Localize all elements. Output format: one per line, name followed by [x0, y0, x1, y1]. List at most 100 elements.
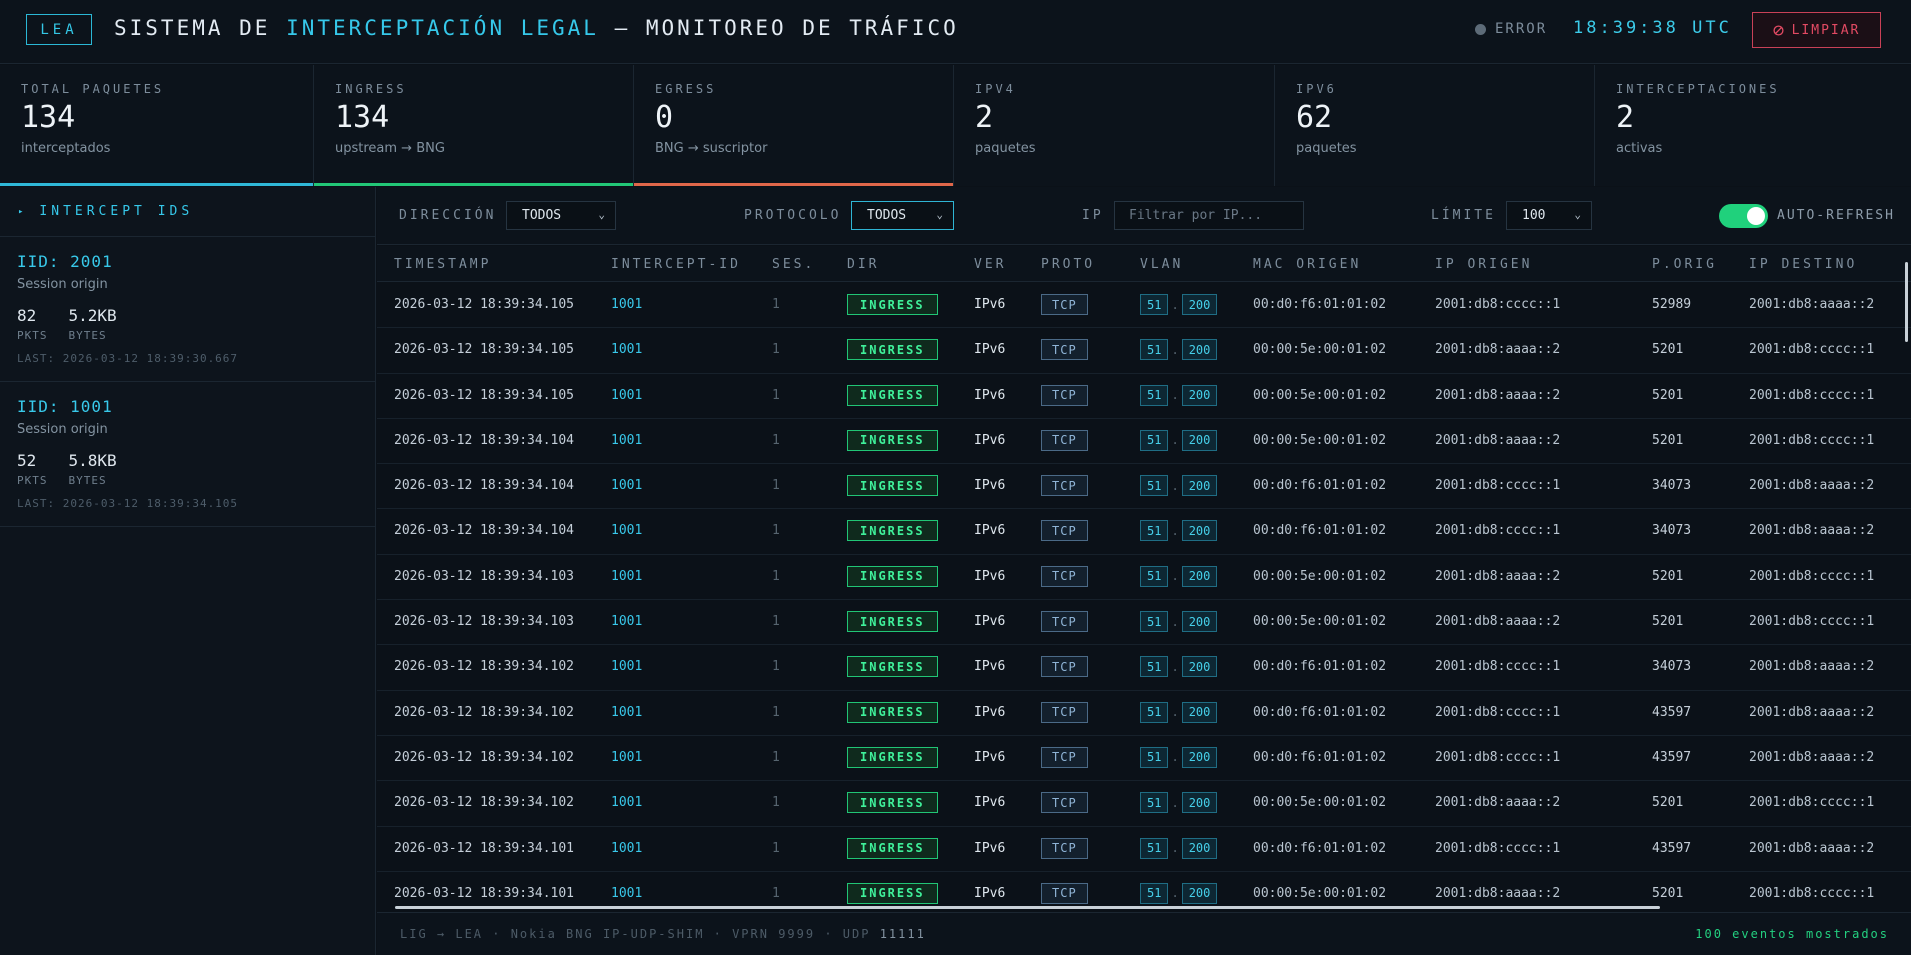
packet-table: TIMESTAMP INTERCEPT-ID SES. DIR VER PROT… — [377, 246, 1911, 910]
table-row[interactable]: 2026-03-12 18:39:34.103 1001 1 INGRESS IPv6 T… — [377, 555, 1911, 601]
cell-intercept-id[interactable]: 1001 — [611, 659, 642, 674]
table-row[interactable]: 2026-03-12 18:39:34.105 1001 1 INGRESS IPv6 T… — [377, 374, 1911, 419]
cell-intercept-id[interactable]: 1001 — [611, 705, 642, 720]
vlan-tags: 51. 200 — [1140, 339, 1218, 361]
cell-port-origin: 5201 — [1652, 885, 1684, 901]
table-row[interactable]: 2026-03-12 18:39:34.102 1001 1 INGRESS IPv6 T… — [377, 691, 1911, 736]
direction-select[interactable]: TODOS ⌄ — [506, 201, 616, 230]
intercept-counters: 52 PKTS 5.8KB BYTES — [17, 451, 375, 487]
table-row[interactable]: 2026-03-12 18:39:34.105 1001 1 INGRESS IPv6 T… — [377, 283, 1911, 329]
cell-ip-version: IPv6 — [974, 749, 1006, 765]
cell-session: 1 — [772, 568, 780, 584]
cell-ip-destination: 2001:db8:cccc::1 — [1749, 342, 1875, 358]
cell-timestamp: 2026-03-12 18:39:34.104 — [394, 523, 575, 539]
vlan-tags: 51. 200 — [1140, 656, 1218, 678]
pipeline-text: LIG → LEA · Nokia BNG IP-UDP-SHIM · VPRN… — [400, 927, 880, 941]
cell-port-origin: 5201 — [1652, 432, 1684, 448]
table-row[interactable]: 2026-03-12 18:39:34.104 1001 1 INGRESS IPv6 T… — [377, 419, 1911, 465]
ban-icon — [1773, 24, 1784, 36]
intercept-card-2001[interactable]: IID: 2001 Session origin 82 PKTS 5.2KB B… — [0, 237, 375, 382]
cell-intercept-id[interactable]: 1001 — [611, 841, 642, 856]
direction-badge: INGRESS — [847, 384, 938, 406]
limit-select[interactable]: 100 ⌄ — [1506, 201, 1592, 230]
vlan-outer-tag: 51 — [1140, 339, 1169, 361]
table-row[interactable]: 2026-03-12 18:39:34.101 1001 1 INGRESS IPv6 T… — [377, 827, 1911, 872]
table-row[interactable]: 2026-03-12 18:39:34.104 1001 1 INGRESS IPv6 T… — [377, 464, 1911, 510]
limit-label: LÍMITE — [1431, 208, 1496, 223]
cell-mac-origin: 00:00:5e:00:01:02 — [1253, 432, 1387, 448]
caret-right-icon: ▸ — [18, 206, 28, 217]
intercept-card-1001[interactable]: IID: 1001 Session origin 52 PKTS 5.8KB B… — [0, 382, 375, 527]
table-row[interactable]: 2026-03-12 18:39:34.103 1001 1 INGRESS IPv6 T… — [377, 600, 1911, 646]
cell-intercept-id[interactable]: 1001 — [611, 433, 642, 448]
table-row[interactable]: 2026-03-12 18:39:34.101 1001 1 INGRESS IPv6 T… — [377, 872, 1911, 910]
col-intercept-id[interactable]: INTERCEPT-ID — [611, 257, 741, 272]
stat-label: EGRESS — [655, 82, 717, 96]
toggle-knob — [1747, 207, 1765, 225]
table-row[interactable]: 2026-03-12 18:39:34.102 1001 1 INGRESS IPv6 T… — [377, 781, 1911, 827]
clear-button[interactable]: LIMPIAR — [1752, 12, 1881, 48]
cell-mac-origin: 00:00:5e:00:01:02 — [1253, 885, 1387, 901]
ip-filter-input[interactable]: Filtrar por IP... — [1114, 201, 1304, 230]
cell-intercept-id[interactable]: 1001 — [611, 297, 642, 312]
stat-label: TOTAL PAQUETES — [21, 82, 165, 96]
col-vlan[interactable]: VLAN — [1140, 257, 1183, 272]
cell-intercept-id[interactable]: 1001 — [611, 614, 642, 629]
col-direction[interactable]: DIR — [847, 257, 879, 272]
col-mac-origin[interactable]: MAC ORIGEN — [1253, 257, 1361, 272]
table-row[interactable]: 2026-03-12 18:39:34.104 1001 1 INGRESS IPv6 T… — [377, 509, 1911, 555]
cell-intercept-id[interactable]: 1001 — [611, 886, 642, 901]
cell-intercept-id[interactable]: 1001 — [611, 342, 642, 357]
col-protocol[interactable]: PROTO — [1041, 257, 1095, 272]
stat-ingress: INGRESS 134 upstream → BNG — [314, 65, 634, 186]
col-ip-destination[interactable]: IP DESTINO — [1749, 257, 1857, 272]
vlan-tags: 51. 200 — [1140, 294, 1218, 315]
protocol-badge: TCP — [1041, 746, 1088, 768]
direction-badge: INGRESS — [847, 701, 938, 723]
vlan-tags: 51. 200 — [1140, 837, 1218, 859]
col-session[interactable]: SES. — [772, 257, 815, 272]
stat-ipv6: IPV6 62 paquetes — [1275, 65, 1595, 186]
protocol-select[interactable]: TODOS ⌄ — [851, 201, 954, 230]
cell-ip-version: IPv6 — [974, 568, 1006, 584]
sidebar-header[interactable]: ▸ INTERCEPT IDS — [0, 187, 375, 237]
table-row[interactable]: 2026-03-12 18:39:34.102 1001 1 INGRESS IPv6 T… — [377, 736, 1911, 782]
bytes-label: BYTES — [68, 474, 107, 487]
cell-intercept-id[interactable]: 1001 — [611, 478, 642, 493]
cell-port-origin: 34073 — [1652, 478, 1692, 494]
col-port-origin[interactable]: P.ORIG — [1652, 257, 1717, 272]
cell-timestamp: 2026-03-12 18:39:34.101 — [394, 885, 575, 901]
cell-intercept-id[interactable]: 1001 — [611, 795, 642, 810]
packets-label: PKTS — [17, 329, 48, 342]
stat-accent-bar — [634, 183, 953, 186]
horizontal-scrollbar[interactable] — [395, 906, 1660, 909]
vlan-separator: . — [1171, 297, 1179, 312]
cell-intercept-id[interactable]: 1001 — [611, 750, 642, 765]
cell-ip-version: IPv6 — [974, 795, 1006, 811]
table-row[interactable]: 2026-03-12 18:39:34.102 1001 1 INGRESS IPv6 T… — [377, 645, 1911, 691]
table-row[interactable]: 2026-03-12 18:39:34.105 1001 1 INGRESS IPv6 T… — [377, 328, 1911, 374]
cell-ip-origin: 2001:db8:aaaa::2 — [1435, 614, 1561, 630]
stat-ipv4: IPV4 2 paquetes — [954, 65, 1275, 186]
vlan-inner-tag: 200 — [1181, 837, 1218, 859]
cell-ip-destination: 2001:db8:cccc::1 — [1749, 432, 1875, 448]
table-body: 2026-03-12 18:39:34.105 1001 1 INGRESS IPv6 T… — [377, 283, 1911, 910]
cell-intercept-id[interactable]: 1001 — [611, 569, 642, 584]
intercept-origin: Session origin — [17, 277, 108, 292]
col-timestamp[interactable]: TIMESTAMP — [394, 257, 491, 272]
vertical-scrollbar[interactable] — [1905, 262, 1908, 342]
col-version[interactable]: VER — [974, 257, 1006, 272]
page-title: SISTEMA DE INTERCEPTACIÓN LEGAL — MONITO… — [114, 16, 959, 40]
vlan-inner-tag: 200 — [1181, 565, 1218, 587]
protocol-badge: TCP — [1041, 429, 1088, 451]
col-ip-origin[interactable]: IP ORIGEN — [1435, 257, 1532, 272]
direction-label: DIRECCIÓN — [399, 208, 497, 223]
stat-value: 0 — [655, 100, 674, 135]
cell-ip-version: IPv6 — [974, 342, 1006, 358]
auto-refresh-toggle[interactable] — [1719, 204, 1768, 228]
cell-intercept-id[interactable]: 1001 — [611, 523, 642, 538]
cell-intercept-id[interactable]: 1001 — [611, 388, 642, 403]
vlan-separator: . — [1171, 478, 1179, 493]
cell-ip-origin: 2001:db8:aaaa::2 — [1435, 568, 1561, 584]
lea-logo: LEA — [26, 14, 92, 45]
